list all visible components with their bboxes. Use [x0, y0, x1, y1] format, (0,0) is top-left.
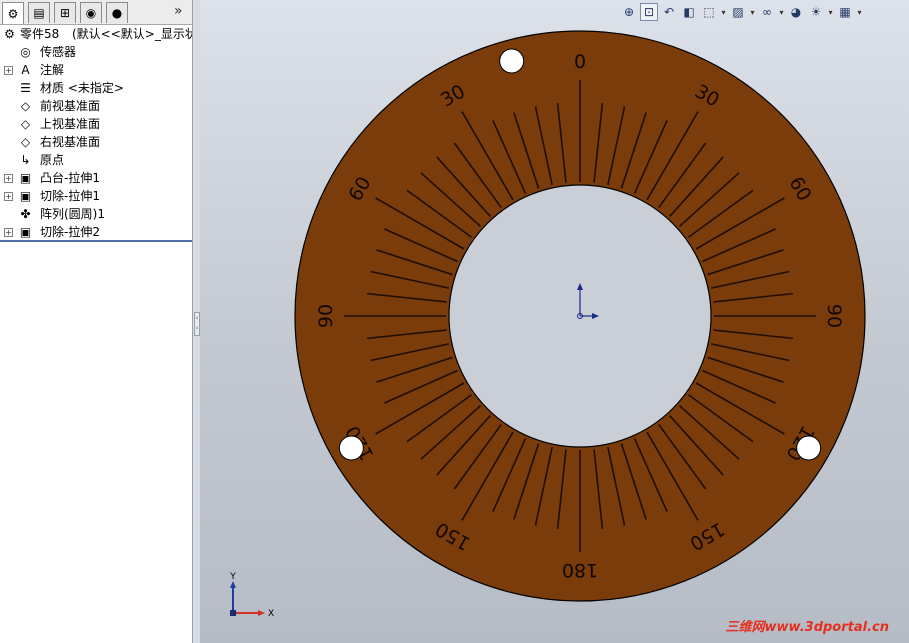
expand-icon[interactable]: + [4, 228, 13, 237]
plane-icon: ◇ [20, 117, 31, 131]
tree-item[interactable]: ↳ 原点 [0, 151, 192, 169]
panel-splitter[interactable]: ‹ ‹ [192, 0, 200, 643]
zoom-to-fit-icon[interactable]: ⊕ [620, 3, 638, 21]
origin-icon: ↳ [20, 153, 31, 167]
plane-icon: ◇ [20, 99, 31, 113]
tree-item-label: 右视基准面 [40, 135, 101, 149]
sensor-icon: ◎ [20, 45, 31, 59]
hide-show-items-icon[interactable]: ∞ [758, 3, 776, 21]
property-manager-icon[interactable]: ▤ [28, 2, 50, 23]
apply-scene-icon[interactable]: ☀ [807, 3, 825, 21]
display-style-icon[interactable]: ▨ [729, 3, 747, 21]
zoom-to-area-icon[interactable]: ⊡ [640, 3, 658, 21]
tree-item[interactable]: ◇ 右视基准面 [0, 133, 192, 151]
cut-extrude-icon: ▣ [19, 189, 32, 203]
mounting-hole[interactable] [796, 435, 822, 461]
tree-item[interactable]: ◇ 上视基准面 [0, 115, 192, 133]
tree-item[interactable]: ☰ 材质 <未指定> [0, 79, 192, 97]
watermark: 三维网www.3dportal.cn [725, 620, 889, 635]
part-icon: ⚙ [4, 27, 15, 41]
boss-extrude-icon: ▣ [19, 171, 32, 185]
triad-origin [230, 610, 236, 616]
tree-item[interactable]: + A 注解 [0, 61, 192, 79]
tree-root-part[interactable]: ⚙ 零件58 (默认<<默认>_显示状态 [0, 25, 209, 43]
dimxpert-icon[interactable]: ◉ [80, 2, 102, 23]
model-scene[interactable]: 0306090120150180150120906030YX [200, 0, 909, 643]
tree-item[interactable]: + ▣ 切除-拉伸2 [0, 223, 192, 241]
mounting-hole[interactable] [338, 435, 364, 461]
tree-root-config: (默认<<默认>_显示状态 [72, 27, 209, 41]
tree-item[interactable]: ✤ 阵列(圆周)1 [0, 205, 192, 223]
expand-icon[interactable]: + [4, 174, 13, 183]
dial-scale-label: 180 [562, 559, 598, 581]
configuration-manager-icon[interactable]: ⊞ [54, 2, 76, 23]
tree-root-label: 零件58 [20, 27, 60, 41]
triad-x-label: X [268, 609, 274, 619]
dial-scale-label: 90 [823, 304, 845, 328]
triad-x-arrow-icon [258, 610, 265, 616]
tree-item[interactable]: + ▣ 凸台-拉伸1 [0, 169, 192, 187]
view-orientation-icon[interactable]: ⬚ [700, 3, 718, 21]
tree-item[interactable]: + ▣ 切除-拉伸1 [0, 187, 192, 205]
tree-item-label: 注解 [40, 63, 65, 77]
tree-item-label: 凸台-拉伸1 [40, 171, 100, 185]
section-view-icon[interactable]: ◧ [680, 3, 698, 21]
material-icon: ☰ [20, 81, 31, 95]
dropdown-arrow-icon[interactable]: ▾ [720, 3, 727, 21]
cut-extrude-icon: ▣ [19, 225, 32, 239]
tree-item-label: 材质 <未指定> [40, 81, 124, 95]
tree-item-label: 传感器 [40, 45, 77, 59]
feature-manager-tabs: ⚙ ▤ ⊞ ◉ ● » [0, 0, 192, 25]
feature-manager-icon[interactable]: ⚙ [2, 2, 24, 24]
feature-manager-panel: ⚙ ▤ ⊞ ◉ ●» ⚙ 零件58 (默认<<默认>_显示状态 ◎ 传感器 + A 注解 ☰ 材质 <未指… [0, 0, 209, 643]
more-tabs-icon[interactable]: » [174, 3, 183, 19]
dropdown-arrow-icon[interactable]: ▾ [827, 3, 834, 21]
mounting-hole[interactable] [499, 48, 525, 74]
dropdown-arrow-icon[interactable]: ▾ [856, 3, 863, 21]
dial-scale-label: 0 [574, 51, 586, 73]
heads-up-view-toolbar: ⊕ ⊡ ↶ ◧ ⬚ ▾ ▨ ▾ ∞ ▾ ◕ ☀ ▾ ▦ ▾ [620, 1, 863, 23]
tree-item-label: 阵列(圆周)1 [40, 207, 105, 221]
dropdown-arrow-icon[interactable]: ▾ [749, 3, 756, 21]
triad-y-arrow-icon [230, 581, 236, 588]
display-manager-icon[interactable]: ● [106, 2, 128, 23]
annotation-icon: A [21, 63, 30, 77]
dial-scale-label: 90 [315, 304, 337, 328]
graphics-area[interactable]: 0306090120150180150120906030YX ⊕⊡↶◧⬚▾▨▾∞… [200, 0, 909, 643]
plane-icon: ◇ [20, 135, 31, 149]
tree-item-label: 切除-拉伸1 [40, 189, 100, 203]
edit-appearance-icon[interactable]: ◕ [787, 3, 805, 21]
expand-icon[interactable]: + [4, 66, 13, 75]
rollback-bar[interactable] [0, 240, 192, 242]
tree-item-label: 上视基准面 [40, 117, 101, 131]
tree-item[interactable]: ◎ 传感器 [0, 43, 192, 61]
tree-item-label: 切除-拉伸2 [40, 225, 100, 239]
tree-item-label: 前视基准面 [40, 99, 101, 113]
view-settings-icon[interactable]: ▦ [836, 3, 854, 21]
tree-item[interactable]: ◇ 前视基准面 [0, 97, 192, 115]
triad-y-label: Y [229, 572, 236, 582]
dropdown-arrow-icon[interactable]: ▾ [778, 3, 785, 21]
circular-pattern-icon: ✤ [20, 207, 31, 221]
expand-icon[interactable]: + [4, 192, 13, 201]
previous-view-icon[interactable]: ↶ [660, 3, 678, 21]
tree-item-label: 原点 [40, 153, 65, 167]
feature-tree: ⚙ 零件58 (默认<<默认>_显示状态 ◎ 传感器 + A 注解 ☰ 材质 <未指定> ◇ 前视基准… [0, 25, 209, 241]
